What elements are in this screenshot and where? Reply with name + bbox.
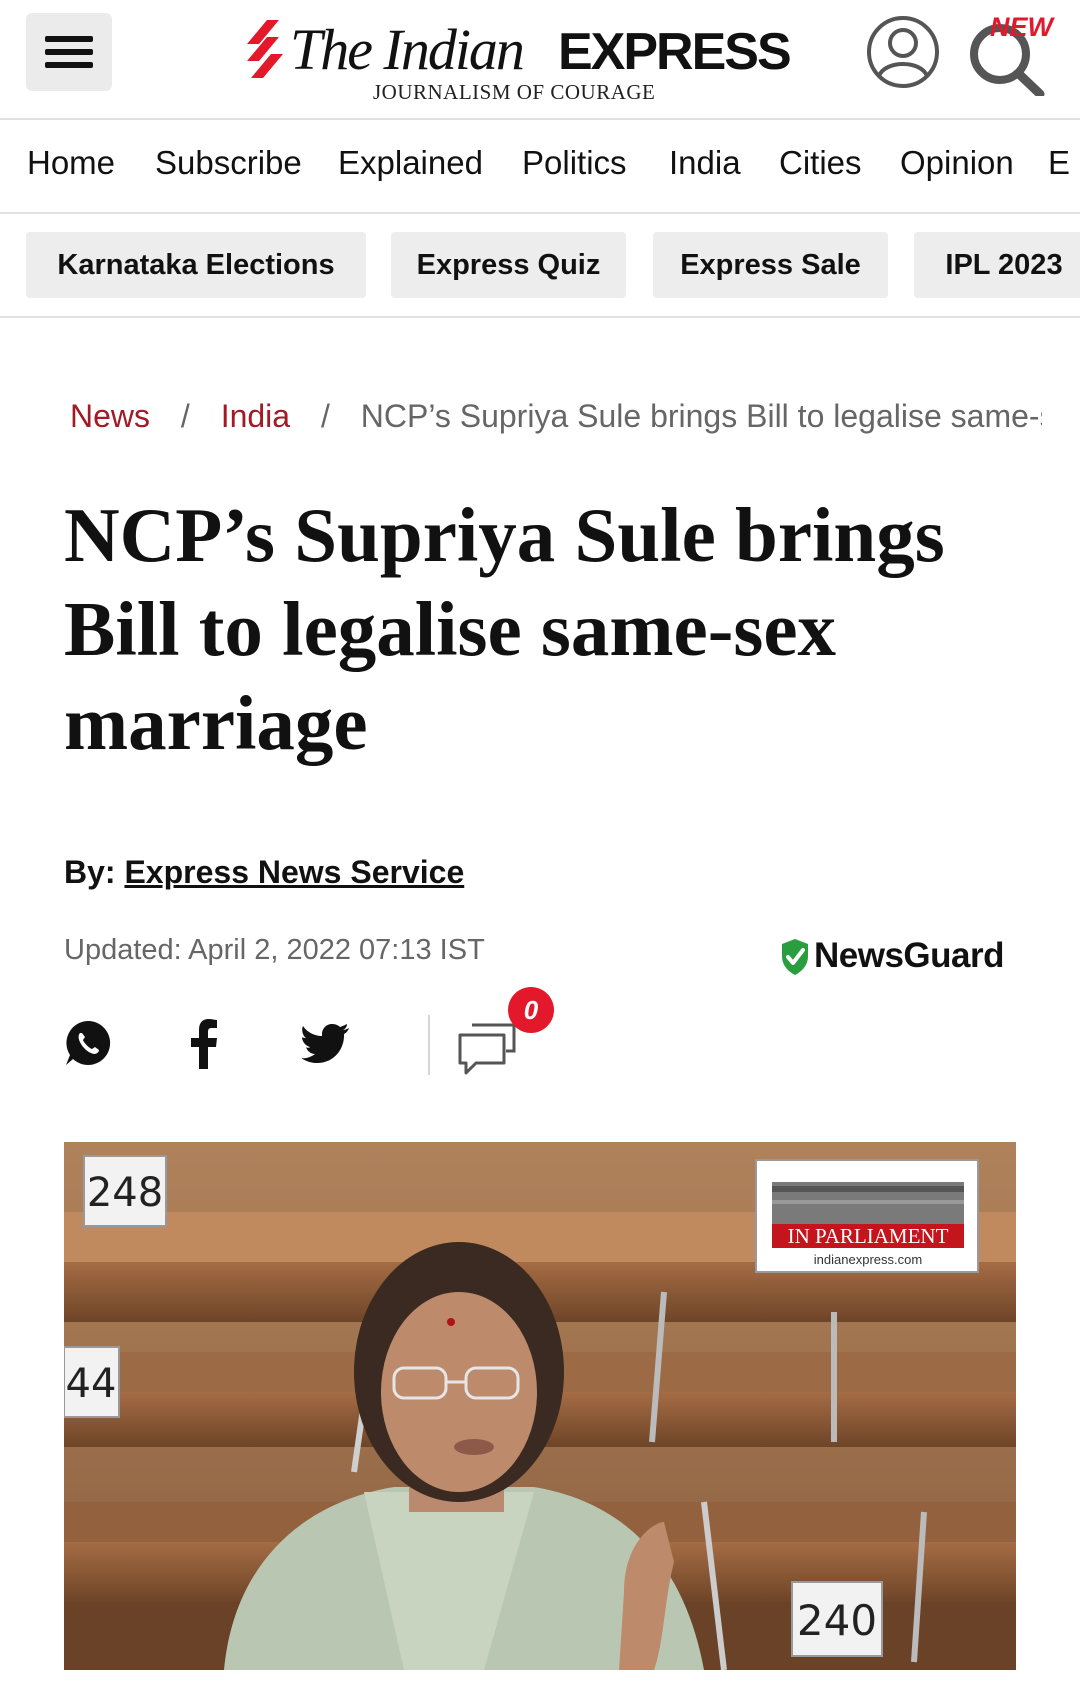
breadcrumb-current: NCP’s Supriya Sule brings Bill to legali… [360, 398, 1042, 434]
nav-item-home[interactable]: Home [27, 144, 115, 182]
byline-label: By: [64, 854, 116, 890]
logo-text-express: EXPRESS [558, 23, 792, 81]
primary-nav: Home Subscribe Explained Politics India … [0, 120, 1080, 214]
byline: By: Express News Service [64, 854, 464, 891]
site-logo[interactable]: The Indian EXPRESS JOURNALISM OF COURAGE [240, 12, 792, 104]
author-link[interactable]: Express News Service [124, 854, 464, 890]
breadcrumb-separator: / [180, 398, 190, 434]
comment-count-badge: 0 [508, 987, 554, 1033]
chip-ipl-2023[interactable]: IPL 2023 [914, 232, 1080, 298]
menu-icon [45, 36, 93, 42]
nav-item-subscribe[interactable]: Subscribe [155, 144, 302, 182]
seat-number-44: 44 [66, 1361, 117, 1407]
nav-item-overflow[interactable]: E [1048, 144, 1070, 182]
in-parliament-overlay-title: IN PARLIAMENT [788, 1224, 949, 1248]
comment-icon[interactable] [456, 1021, 518, 1077]
nav-item-cities[interactable]: Cities [779, 144, 862, 182]
parliament-photo: 248 44 240 IN PARLIAMENT indianexpress.c… [64, 1142, 1016, 1670]
site-header: The Indian EXPRESS JOURNALISM OF COURAGE… [0, 0, 1080, 120]
chip-karnataka-elections[interactable]: Karnataka Elections [26, 232, 366, 298]
updated-timestamp: Updated: April 2, 2022 07:13 IST [64, 934, 485, 966]
breadcrumb: News / India / NCP’s Supriya Sule brings… [70, 398, 1042, 442]
breadcrumb-news[interactable]: News [70, 398, 150, 434]
newsguard-shield-icon [782, 939, 808, 975]
twitter-icon[interactable] [302, 1023, 350, 1063]
share-divider [428, 1015, 430, 1075]
nav-item-india[interactable]: India [669, 144, 741, 182]
newsguard-badge[interactable]: NewsGuard [780, 936, 1020, 982]
chip-express-sale[interactable]: Express Sale [653, 232, 888, 298]
breadcrumb-separator: / [320, 398, 330, 434]
nav-item-politics[interactable]: Politics [522, 144, 627, 182]
seat-number-240: 240 [797, 1596, 877, 1645]
logo-mark-icon [247, 20, 283, 78]
chip-express-quiz[interactable]: Express Quiz [391, 232, 626, 298]
logo-text-the-indian: The Indian [290, 17, 525, 82]
facebook-icon[interactable] [190, 1019, 218, 1069]
trending-chips: Karnataka Elections Express Quiz Express… [0, 214, 1080, 318]
logo-tagline: JOURNALISM OF COURAGE [373, 80, 656, 104]
in-parliament-overlay-site: indianexpress.com [814, 1252, 922, 1267]
nav-item-explained[interactable]: Explained [338, 144, 483, 182]
menu-icon-bar [45, 49, 93, 55]
menu-icon-bar [45, 62, 93, 68]
newsguard-label: NewsGuard [814, 936, 1005, 975]
share-bar: 0 [60, 987, 580, 1095]
nav-item-opinion[interactable]: Opinion [900, 144, 1014, 182]
whatsapp-icon[interactable] [64, 1019, 112, 1067]
menu-button[interactable] [26, 13, 112, 91]
article-headline: NCP’s Supriya Sule brings Bill to legali… [64, 492, 945, 766]
breadcrumb-india[interactable]: India [221, 398, 290, 434]
seat-number-248: 248 [87, 1170, 163, 1216]
new-badge: NEW [990, 12, 1053, 42]
article-lead-image[interactable]: 248 44 240 IN PARLIAMENT indianexpress.c… [64, 1142, 1016, 1670]
user-account-icon[interactable] [865, 14, 941, 90]
